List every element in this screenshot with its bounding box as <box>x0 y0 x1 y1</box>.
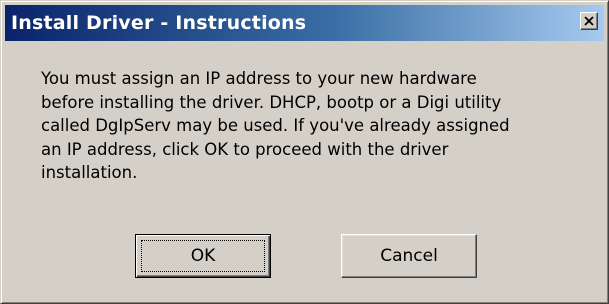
message-line: called DgIpServ may be used. If you've a… <box>41 116 510 135</box>
cancel-button[interactable]: Cancel <box>341 234 477 278</box>
ok-button-label: OK <box>190 246 216 266</box>
ok-button[interactable]: OK <box>135 234 271 278</box>
close-button[interactable] <box>580 12 598 30</box>
message-line: an IP address, click OK to proceed with … <box>41 139 449 159</box>
message-line: before installing the driver. DHCP, boot… <box>41 92 502 112</box>
window-title: Install Driver - Instructions <box>11 12 307 34</box>
title-bar[interactable]: Install Driver - Instructions <box>5 5 604 41</box>
message-line: You must assign an IP address to your ne… <box>41 69 477 88</box>
cancel-button-label: Cancel <box>380 246 438 266</box>
message-line: installation. <box>41 163 138 182</box>
close-icon <box>584 16 594 26</box>
instruction-message: You must assign an IP address to your ne… <box>41 67 581 185</box>
dialog-window: Install Driver - Instructions You must a… <box>0 0 609 304</box>
